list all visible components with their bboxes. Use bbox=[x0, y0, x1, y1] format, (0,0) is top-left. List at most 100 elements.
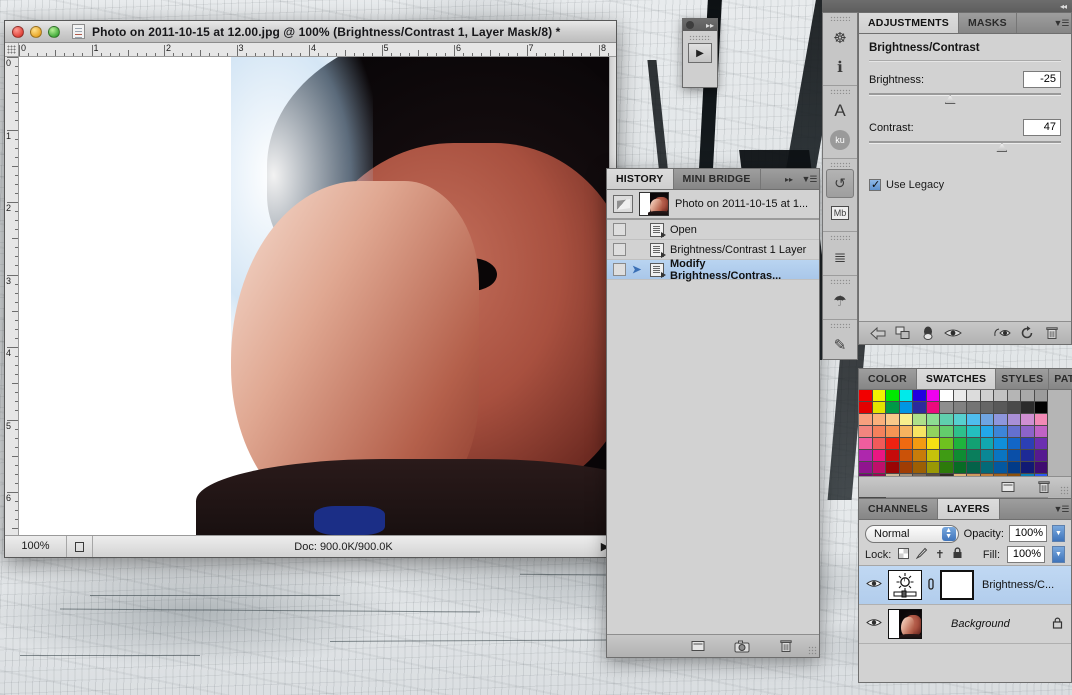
swatch-cell[interactable] bbox=[1007, 426, 1021, 438]
fill-field[interactable]: 100% bbox=[1007, 546, 1045, 563]
tab-adjustments[interactable]: ADJUSTMENTS bbox=[859, 13, 959, 33]
swatch-cell[interactable] bbox=[1034, 414, 1048, 426]
swatch-cell[interactable] bbox=[913, 450, 927, 462]
history-panel-menu-icon[interactable]: ▼☰ bbox=[799, 169, 819, 189]
swatch-cell[interactable] bbox=[913, 462, 927, 474]
delete-swatch-icon[interactable] bbox=[1033, 478, 1055, 497]
swatch-cell[interactable] bbox=[899, 414, 913, 426]
preview-previous-icon[interactable] bbox=[991, 324, 1013, 343]
swatch-cell[interactable] bbox=[967, 462, 981, 474]
vertical-ruler[interactable]: 0 1 2 3 4 5 6 bbox=[5, 57, 19, 535]
window-titlebar[interactable]: Photo on 2011-10-15 at 12.00.jpg @ 100% … bbox=[5, 21, 616, 43]
horizontal-ruler[interactable]: 0 1 2 3 4 5 6 7 8 bbox=[19, 43, 616, 57]
blend-mode-select[interactable]: Normal ▲ ▼ bbox=[865, 524, 959, 543]
close-button[interactable] bbox=[12, 25, 24, 38]
swatch-cell[interactable] bbox=[899, 402, 913, 414]
swatch-cell[interactable] bbox=[872, 450, 886, 462]
swatch-cell[interactable] bbox=[886, 402, 900, 414]
tab-styles[interactable]: STYLES bbox=[996, 369, 1050, 389]
lock-position-icon[interactable]: ✝ bbox=[935, 548, 944, 561]
contrast-value-field[interactable]: 47 bbox=[1023, 119, 1061, 136]
history-icon[interactable]: ↺ bbox=[826, 169, 854, 198]
swatch-cell[interactable] bbox=[872, 390, 886, 402]
mini-player-grip[interactable] bbox=[689, 35, 711, 40]
swatch-cell[interactable] bbox=[886, 450, 900, 462]
photo-thumbnail[interactable] bbox=[888, 609, 922, 639]
swatch-cell[interactable] bbox=[1021, 390, 1035, 402]
info-icon[interactable]: ℹ bbox=[823, 52, 857, 81]
swatches-resize-grip[interactable] bbox=[1060, 486, 1069, 495]
swatch-cell[interactable] bbox=[859, 414, 873, 426]
eye-icon[interactable] bbox=[865, 578, 883, 592]
swatch-cell[interactable] bbox=[967, 402, 981, 414]
swatch-cell[interactable] bbox=[940, 414, 954, 426]
swatch-cell[interactable] bbox=[899, 390, 913, 402]
swatch-cell[interactable] bbox=[1007, 390, 1021, 402]
mini-player-panel[interactable]: ▸▸ ▶ bbox=[682, 18, 718, 88]
swatch-cell[interactable] bbox=[913, 402, 927, 414]
window-controls[interactable] bbox=[12, 25, 60, 38]
swatches-footer[interactable] bbox=[859, 476, 1071, 497]
new-snapshot-icon[interactable] bbox=[731, 637, 753, 656]
swatch-cell[interactable] bbox=[980, 414, 994, 426]
swatch-cell[interactable] bbox=[1021, 414, 1035, 426]
swatch-cell[interactable] bbox=[1021, 402, 1035, 414]
swatch-cell[interactable] bbox=[953, 390, 967, 402]
swatch-cell[interactable] bbox=[940, 450, 954, 462]
adjustments-footer[interactable] bbox=[859, 321, 1071, 344]
swatch-cell[interactable] bbox=[967, 450, 981, 462]
new-swatch-icon[interactable] bbox=[997, 478, 1019, 497]
layers-tabbar[interactable]: CHANNELS LAYERS ▼☰ bbox=[859, 499, 1071, 520]
swatch-cell[interactable] bbox=[859, 462, 873, 474]
swatch-cell[interactable] bbox=[1007, 414, 1021, 426]
swatch-cell[interactable] bbox=[926, 462, 940, 474]
navigator-icon[interactable]: ☸ bbox=[823, 23, 857, 52]
tab-masks[interactable]: MASKS bbox=[958, 13, 1017, 33]
history-brush-source-toggle[interactable] bbox=[613, 243, 626, 256]
history-state-row-selected[interactable]: ➤ Modify Brightness/Contras... bbox=[607, 258, 819, 282]
brightness-contrast-adjustment-icon[interactable] bbox=[888, 570, 922, 600]
swatch-cell[interactable] bbox=[872, 462, 886, 474]
delete-icon[interactable] bbox=[1041, 324, 1063, 343]
swatch-cell[interactable] bbox=[967, 390, 981, 402]
use-legacy-checkbox[interactable] bbox=[869, 178, 881, 191]
use-legacy-row[interactable]: Use Legacy bbox=[859, 167, 1071, 191]
lock-row[interactable]: Lock: ✝ Fill: 100% ▼ bbox=[859, 544, 1071, 566]
tab-layers[interactable]: LAYERS bbox=[937, 499, 1000, 519]
dock-grip[interactable] bbox=[830, 162, 850, 167]
opacity-field[interactable]: 100% bbox=[1009, 525, 1047, 542]
eye-icon[interactable] bbox=[865, 617, 883, 631]
swatch-cell[interactable] bbox=[926, 450, 940, 462]
brightness-slider-knob[interactable] bbox=[944, 95, 956, 104]
doc-size-icon[interactable] bbox=[67, 536, 93, 557]
swatch-cell[interactable] bbox=[872, 402, 886, 414]
layer-list[interactable]: Brightness/C... Background bbox=[859, 566, 1071, 644]
swatch-cell[interactable] bbox=[953, 402, 967, 414]
fill-dropdown-icon[interactable]: ▼ bbox=[1052, 546, 1065, 563]
swatch-cell[interactable] bbox=[940, 438, 954, 450]
swatch-cell[interactable] bbox=[1034, 438, 1048, 450]
swatch-cell[interactable] bbox=[1021, 426, 1035, 438]
swatch-cell[interactable] bbox=[872, 426, 886, 438]
swatch-cell[interactable] bbox=[994, 450, 1008, 462]
swatch-cell[interactable] bbox=[1007, 402, 1021, 414]
swatch-cell[interactable] bbox=[859, 402, 873, 414]
adjustments-panel[interactable]: ADJUSTMENTS MASKS ▼☰ Brightness/Contrast… bbox=[858, 12, 1072, 345]
mini-bridge-icon[interactable]: Mb bbox=[823, 198, 857, 227]
swatch-cell[interactable] bbox=[899, 426, 913, 438]
character-icon[interactable]: A bbox=[823, 96, 857, 125]
history-brush-source-toggle[interactable] bbox=[613, 263, 626, 276]
swatch-cell[interactable] bbox=[886, 462, 900, 474]
link-icon[interactable] bbox=[927, 577, 935, 594]
document-statusbar[interactable]: 100% Doc: 900.0K/900.0K ▶ bbox=[5, 535, 616, 557]
swatch-cell[interactable] bbox=[1021, 438, 1035, 450]
tab-swatches[interactable]: SWATCHES bbox=[916, 369, 997, 389]
swatch-cell[interactable] bbox=[994, 414, 1008, 426]
swatch-cell[interactable] bbox=[980, 438, 994, 450]
clip-to-layer-icon[interactable] bbox=[917, 324, 939, 343]
swatch-cell[interactable] bbox=[899, 462, 913, 474]
tab-paths[interactable]: PATHS bbox=[1049, 369, 1072, 389]
swatch-cell[interactable] bbox=[1034, 450, 1048, 462]
swatch-cell[interactable] bbox=[967, 438, 981, 450]
brightness-slider-track[interactable] bbox=[869, 93, 1061, 95]
